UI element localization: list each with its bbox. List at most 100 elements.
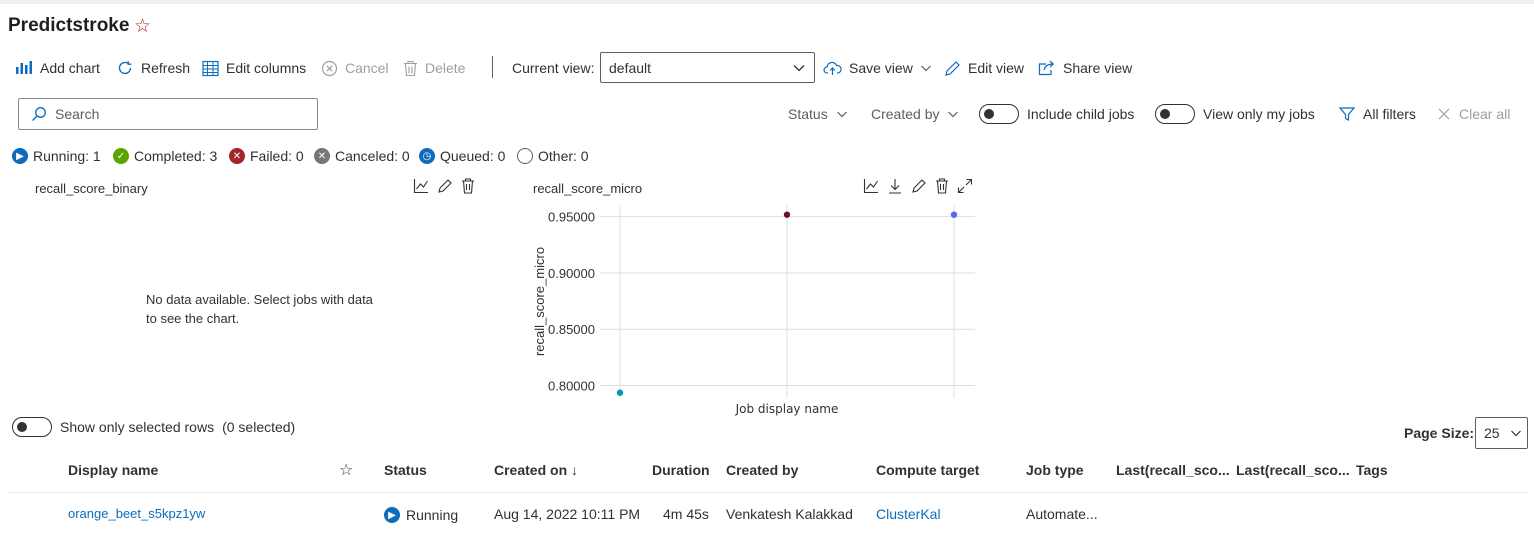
- status-filter[interactable]: Status: [788, 104, 848, 124]
- show-selected-rows: Show only selected rows (0 selected): [12, 417, 295, 437]
- trash-icon[interactable]: [461, 178, 475, 194]
- search-input[interactable]: Search: [18, 98, 318, 130]
- show-selected-rows-toggle[interactable]: [12, 417, 52, 437]
- favorite-star-icon[interactable]: ☆: [134, 15, 151, 38]
- status-count-failed: ✕ Failed: 0: [229, 147, 304, 165]
- status-count-completed: ✓ Completed: 3: [113, 147, 217, 165]
- share-view-label: Share view: [1063, 60, 1133, 76]
- pencil-icon: [945, 60, 960, 76]
- delete-label: Delete: [425, 60, 466, 76]
- favorite-column-star-icon[interactable]: ☆: [339, 460, 353, 480]
- column-header-job-type[interactable]: Job type: [1026, 462, 1084, 478]
- trash-icon: [404, 60, 417, 76]
- filter-icon: [1339, 107, 1355, 121]
- view-only-my-jobs-label: View only my jobs: [1203, 106, 1315, 122]
- status-count-label: Completed: 3: [134, 148, 218, 164]
- column-header-duration[interactable]: Duration: [652, 462, 710, 478]
- pencil-icon[interactable]: [437, 178, 453, 194]
- search-icon: [32, 107, 46, 121]
- chevron-down-icon: [836, 111, 847, 118]
- all-filters-label: All filters: [1363, 106, 1416, 122]
- add-chart-button[interactable]: Add chart: [15, 56, 100, 80]
- cancel-button[interactable]: Cancel: [321, 56, 389, 80]
- status-count-label: Queued: 0: [440, 148, 506, 164]
- chart-y-tick-label: 0.95000: [548, 210, 595, 225]
- download-icon[interactable]: [887, 178, 903, 194]
- job-duration: 4m 45s: [663, 506, 709, 522]
- chart-controls-micro: [863, 178, 973, 194]
- column-header-last-recall-2[interactable]: Last(recall_sco...: [1236, 462, 1350, 478]
- created-by-filter[interactable]: Created by: [871, 104, 959, 124]
- column-header-status[interactable]: Status: [384, 462, 427, 478]
- status-count-other: Other: 0: [517, 147, 589, 165]
- job-type: Automate...: [1026, 506, 1098, 522]
- clock-icon: ◷: [419, 148, 435, 164]
- line-chart-icon[interactable]: [863, 178, 879, 194]
- table-icon: [202, 60, 219, 76]
- current-view-value: default: [609, 59, 652, 76]
- chevron-down-icon: [948, 111, 959, 118]
- job-status-label: Running: [406, 507, 459, 523]
- header-divider: [8, 492, 1528, 493]
- include-child-jobs-filter: Include child jobs: [979, 104, 1134, 124]
- include-child-jobs-label: Include child jobs: [1027, 106, 1135, 122]
- column-header-compute-target[interactable]: Compute target: [876, 462, 979, 478]
- status-filter-label: Status: [788, 106, 828, 122]
- chart-data-point[interactable]: [950, 211, 958, 218]
- selected-count: (0 selected): [222, 419, 296, 435]
- all-filters-button[interactable]: All filters: [1339, 104, 1416, 124]
- edit-view-label: Edit view: [968, 60, 1025, 76]
- delete-button[interactable]: Delete: [403, 56, 465, 80]
- page-size-dropdown[interactable]: 25: [1475, 417, 1528, 449]
- chart-title-micro: recall_score_micro: [533, 181, 643, 196]
- clear-all-button[interactable]: Clear all: [1437, 104, 1510, 124]
- created-on-label: Created on: [494, 462, 568, 478]
- close-icon: [1438, 108, 1450, 120]
- current-view-dropdown[interactable]: default: [600, 52, 815, 83]
- job-compute-target-link[interactable]: ClusterKal: [876, 506, 941, 522]
- pencil-icon[interactable]: [911, 178, 927, 194]
- error-circle-icon: ✕: [229, 148, 245, 164]
- recall-score-micro-chart: 0.95000 0.90000 0.85000 0.80000 recall_scor…: [532, 205, 975, 416]
- job-created-by: Venkatesh Kalakkad: [726, 506, 853, 522]
- view-only-my-jobs-toggle[interactable]: [1155, 104, 1195, 124]
- chevron-down-icon: [1510, 430, 1521, 437]
- edit-columns-button[interactable]: Edit columns: [202, 56, 306, 80]
- chart-data-point[interactable]: [616, 389, 624, 396]
- status-count-label: Running: 1: [33, 148, 101, 164]
- line-chart-icon[interactable]: [413, 178, 429, 194]
- trash-icon[interactable]: [935, 178, 949, 194]
- search-placeholder: Search: [55, 106, 100, 122]
- status-count-canceled: ✕ Canceled: 0: [314, 147, 410, 165]
- column-header-tags[interactable]: Tags: [1356, 462, 1388, 478]
- include-child-jobs-toggle[interactable]: [979, 104, 1019, 124]
- refresh-label: Refresh: [141, 60, 191, 76]
- view-only-my-jobs-filter: View only my jobs: [1155, 104, 1315, 124]
- column-header-created-on[interactable]: Created on ↓: [494, 462, 578, 478]
- bar-chart-icon: [16, 61, 32, 74]
- edit-view-button[interactable]: Edit view: [944, 56, 1024, 80]
- column-header-display-name[interactable]: Display name: [68, 462, 158, 478]
- job-created-on: Aug 14, 2022 10:11 PM: [494, 506, 641, 522]
- job-display-name-link[interactable]: orange_beet_s5kpz1yw: [68, 506, 205, 521]
- cancel-icon: [321, 60, 338, 76]
- column-header-last-recall-1[interactable]: Last(recall_sco...: [1116, 462, 1230, 478]
- clear-all-label: Clear all: [1459, 106, 1511, 122]
- refresh-icon: [118, 61, 132, 75]
- cancel-circle-icon: ✕: [314, 148, 330, 164]
- chart-data-point[interactable]: [783, 211, 791, 218]
- top-strip: [0, 0, 1534, 4]
- sort-descending-icon: ↓: [571, 462, 579, 478]
- save-view-button[interactable]: Save view: [823, 56, 932, 80]
- empty-circle-icon: [517, 148, 533, 164]
- share-view-button[interactable]: Share view: [1038, 56, 1132, 80]
- column-header-created-by[interactable]: Created by: [726, 462, 798, 478]
- show-selected-label: Show only selected rows: [60, 419, 215, 435]
- status-count-label: Canceled: 0: [335, 148, 410, 164]
- chevron-down-icon: [920, 65, 931, 72]
- job-status: ▶ Running: [384, 507, 458, 523]
- refresh-button[interactable]: Refresh: [116, 56, 190, 80]
- expand-icon[interactable]: [957, 178, 973, 194]
- share-icon: [1038, 60, 1055, 76]
- chart-title-binary: recall_score_binary: [35, 181, 148, 196]
